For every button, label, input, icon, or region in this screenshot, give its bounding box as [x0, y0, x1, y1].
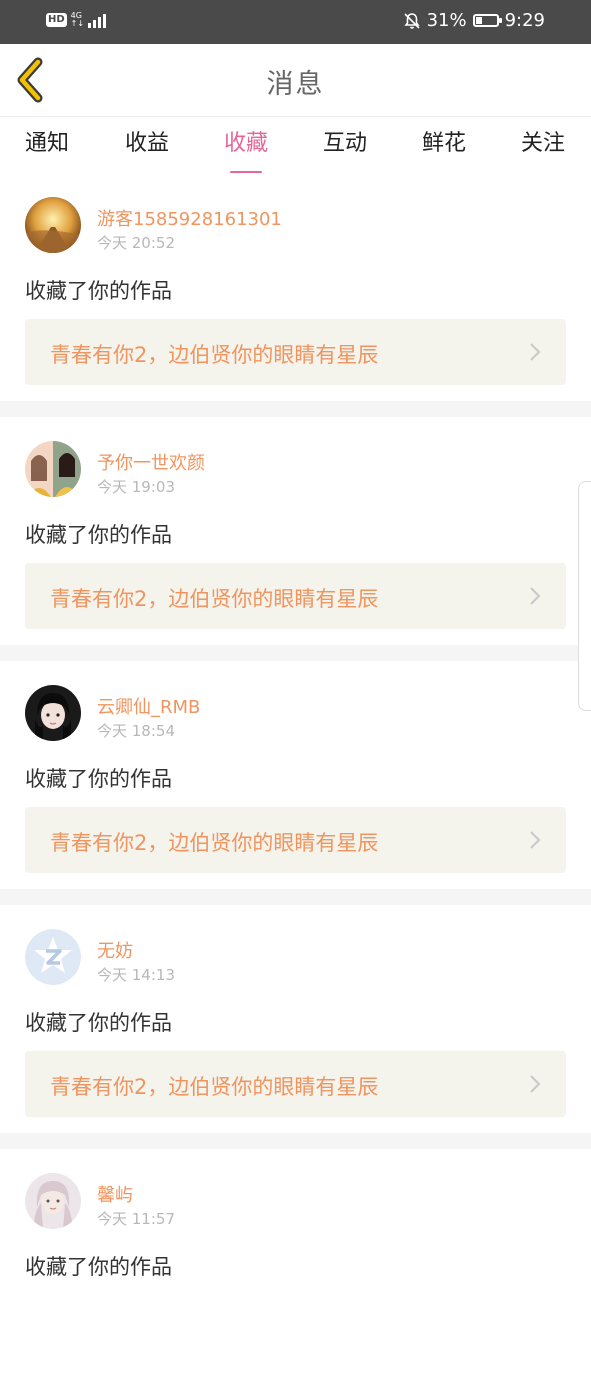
tab-favorites-label: 收藏: [223, 131, 268, 156]
status-right: 31% 9:29: [403, 10, 545, 31]
bell-off-icon: [403, 12, 420, 29]
hd-badge: HD: [46, 13, 67, 27]
avatar[interactable]: [25, 1173, 81, 1229]
timestamp: 今天 19:03: [97, 478, 175, 496]
username[interactable]: 无妨: [97, 937, 133, 963]
action-text: 收藏了你的作品: [25, 767, 172, 791]
side-drawer-handle[interactable]: [578, 481, 591, 711]
timestamp: 今天 18:54: [97, 722, 175, 740]
default-avatar-icon: [25, 929, 81, 985]
title-bar: 消息: [0, 44, 591, 117]
tab-earnings[interactable]: 收益: [107, 125, 187, 157]
action-text: 收藏了你的作品: [25, 1255, 172, 1279]
list-item: 游客1585928161301 今天 20:52 收藏了你的作品 青春有你2，边…: [0, 173, 591, 401]
chevron-right-icon: [530, 587, 541, 605]
timestamp: 今天 11:57: [97, 1210, 175, 1228]
list-item: 馨屿 今天 11:57 收藏了你的作品: [0, 1149, 591, 1377]
tab-favorites[interactable]: 收藏: [206, 125, 286, 174]
timestamp: 今天 20:52: [97, 234, 175, 252]
page-title: 消息: [266, 69, 325, 100]
divider: [0, 401, 591, 417]
avatar[interactable]: [25, 685, 81, 741]
tab-notifications[interactable]: 通知: [7, 125, 87, 157]
work-link[interactable]: 青春有你2，边伯贤你的眼睛有星辰: [25, 319, 566, 385]
username[interactable]: 馨屿: [97, 1181, 133, 1207]
avatar[interactable]: [25, 441, 81, 497]
username[interactable]: 云卿仙_RMB: [97, 693, 200, 719]
network-type: 4G ↑↓: [71, 12, 84, 28]
work-link[interactable]: 青春有你2，边伯贤你的眼睛有星辰: [25, 807, 566, 873]
list-item: 予你一世欢颜 今天 19:03 收藏了你的作品 青春有你2，边伯贤你的眼睛有星辰: [0, 417, 591, 645]
username[interactable]: 予你一世欢颜: [97, 449, 205, 475]
username[interactable]: 游客1585928161301: [97, 205, 282, 231]
chevron-right-icon: [530, 1075, 541, 1093]
tab-flowers[interactable]: 鲜花: [404, 125, 484, 157]
tab-interactions[interactable]: 互动: [305, 125, 385, 157]
list-item: 云卿仙_RMB 今天 18:54 收藏了你的作品 青春有你2，边伯贤你的眼睛有星…: [0, 661, 591, 889]
tab-following[interactable]: 关注: [503, 125, 583, 157]
work-title: 青春有你2，边伯贤你的眼睛有星辰: [50, 587, 379, 611]
work-title: 青春有你2，边伯贤你的眼睛有星辰: [50, 343, 379, 367]
status-left: HD 4G ↑↓: [46, 12, 107, 28]
timestamp: 今天 14:13: [97, 966, 175, 984]
action-text: 收藏了你的作品: [25, 1011, 172, 1035]
battery-fill: [475, 17, 482, 24]
avatar[interactable]: [25, 197, 81, 253]
favorites-feed: 游客1585928161301 今天 20:52 收藏了你的作品 青春有你2，边…: [0, 173, 591, 1377]
action-text: 收藏了你的作品: [25, 279, 172, 303]
divider: [0, 1133, 591, 1149]
clock: 9:29: [504, 10, 545, 31]
work-link[interactable]: 青春有你2，边伯贤你的眼睛有星辰: [25, 563, 566, 629]
action-text: 收藏了你的作品: [25, 523, 172, 547]
tab-bar: 通知 收益 收藏 互动 鲜花 关注: [0, 117, 591, 174]
battery-icon: [472, 14, 502, 27]
divider: [0, 645, 591, 661]
chevron-right-icon: [530, 831, 541, 849]
status-bar: HD 4G ↑↓ 31% 9:29: [0, 0, 591, 44]
battery-percent: 31%: [426, 10, 467, 31]
list-item: 无妨 今天 14:13 收藏了你的作品 青春有你2，边伯贤你的眼睛有星辰: [0, 905, 591, 1133]
avatar[interactable]: [25, 929, 81, 985]
divider: [0, 889, 591, 905]
chevron-right-icon: [530, 343, 541, 361]
network-activity-label: ↑↓: [70, 19, 85, 28]
work-link[interactable]: 青春有你2，边伯贤你的眼睛有星辰: [25, 1051, 566, 1117]
work-title: 青春有你2，边伯贤你的眼睛有星辰: [50, 831, 379, 855]
signal-icon: [88, 12, 107, 28]
work-title: 青春有你2，边伯贤你的眼睛有星辰: [50, 1075, 379, 1099]
